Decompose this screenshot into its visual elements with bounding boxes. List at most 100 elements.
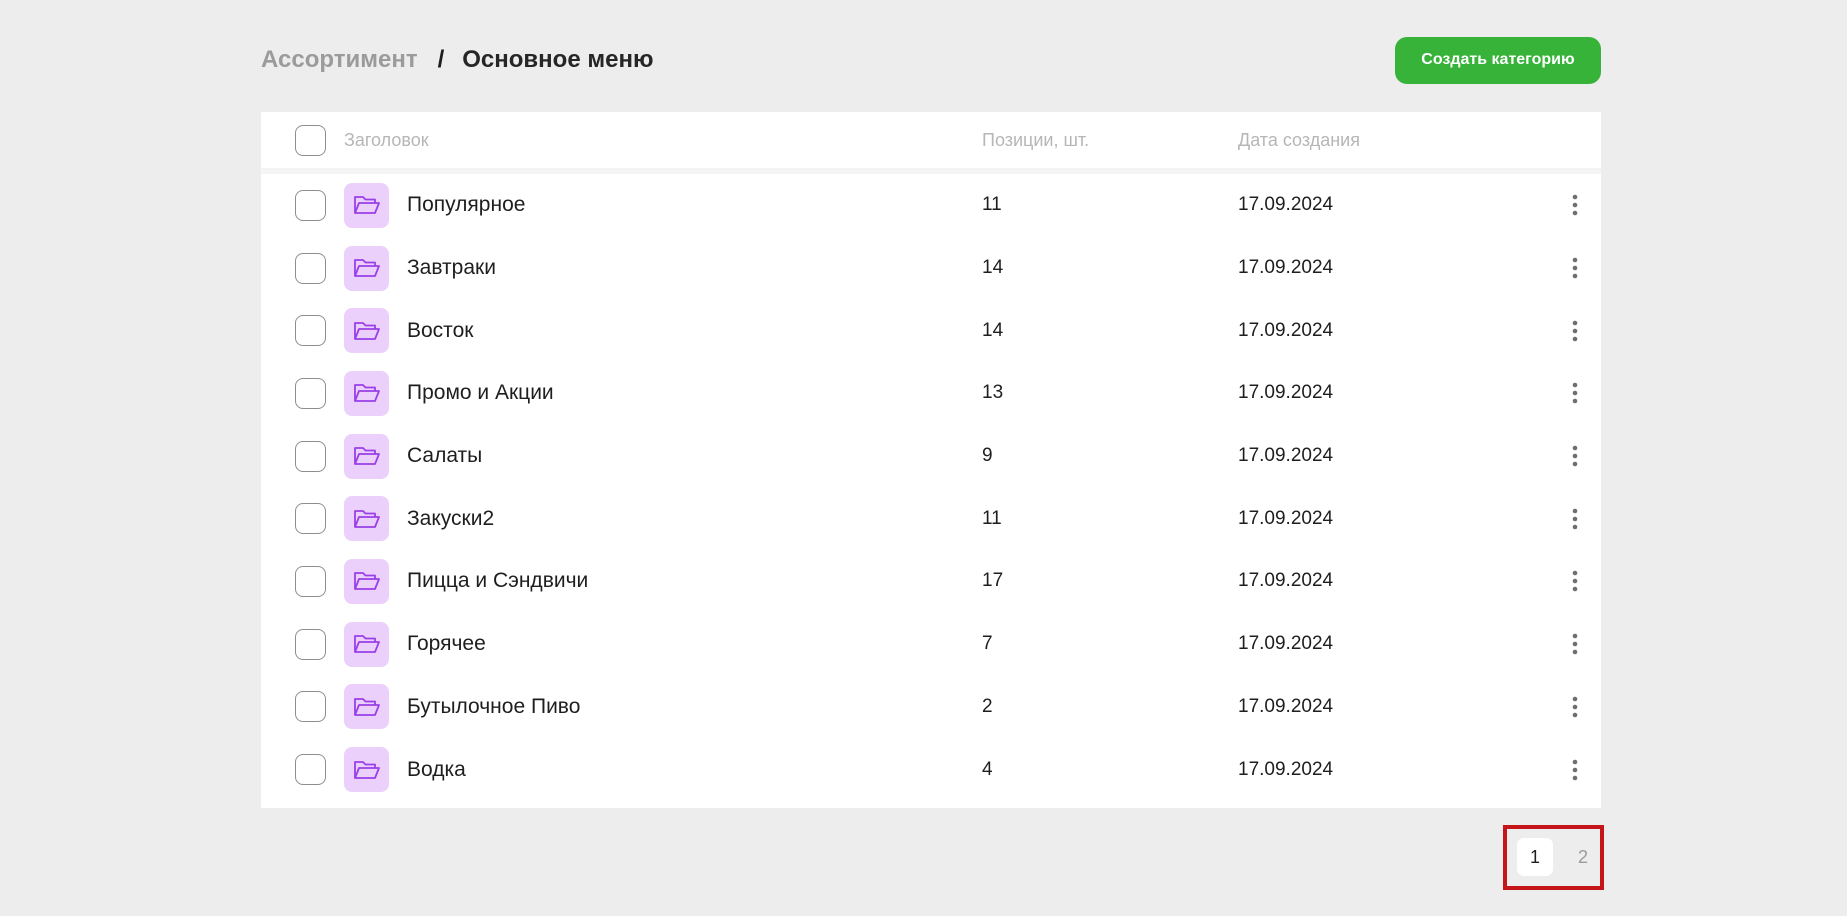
create-category-button[interactable]: Создать категорию — [1395, 36, 1601, 84]
pagination-highlight-frame: 1 2 — [1503, 825, 1604, 890]
row-title[interactable]: Промо и Акции — [407, 381, 554, 405]
row-title-cell: Завтраки — [344, 245, 982, 291]
row-checkbox[interactable] — [294, 189, 326, 221]
row-title[interactable]: Горячее — [407, 632, 486, 656]
row-title-cell: Водка — [344, 747, 982, 793]
row-menu-cell — [1548, 441, 1601, 471]
folder-icon — [344, 747, 389, 793]
row-count: 4 — [982, 758, 993, 780]
row-checkbox[interactable] — [294, 754, 326, 786]
table-row[interactable]: Пицца и Сэндвичи 17 17.09.2024 — [261, 550, 1601, 613]
row-menu-cell — [1548, 504, 1601, 534]
row-title-cell: Салаты — [344, 433, 982, 479]
row-checkbox[interactable] — [294, 252, 326, 284]
page: Ассортимент / Основное меню Создать кате… — [0, 0, 1847, 916]
row-count: 7 — [982, 633, 993, 655]
more-vertical-icon[interactable] — [1563, 378, 1587, 408]
row-title-cell: Промо и Акции — [344, 370, 982, 416]
folder-icon — [344, 433, 389, 479]
row-date: 17.09.2024 — [1238, 758, 1334, 780]
more-vertical-icon[interactable] — [1563, 755, 1587, 785]
row-count: 17 — [982, 570, 1004, 592]
more-vertical-icon[interactable] — [1563, 316, 1587, 346]
more-vertical-icon[interactable] — [1563, 629, 1587, 659]
folder-icon — [344, 308, 389, 354]
breadcrumb-separator: / — [437, 46, 445, 73]
row-menu-cell — [1548, 190, 1601, 220]
row-checkbox[interactable] — [294, 440, 326, 472]
row-title[interactable]: Завтраки — [407, 256, 496, 280]
more-vertical-icon[interactable] — [1563, 566, 1587, 596]
folder-icon — [344, 558, 389, 604]
row-date: 17.09.2024 — [1238, 570, 1334, 592]
pagination: 1 2 — [1517, 838, 1601, 876]
table-row[interactable]: Горячее 7 17.09.2024 — [261, 613, 1601, 676]
row-date: 17.09.2024 — [1238, 194, 1334, 216]
row-check-cell — [261, 315, 344, 347]
row-checkbox[interactable] — [294, 377, 326, 409]
row-date: 17.09.2024 — [1238, 445, 1334, 467]
row-check-cell — [261, 189, 344, 221]
row-date: 17.09.2024 — [1238, 695, 1334, 717]
more-vertical-icon[interactable] — [1563, 504, 1587, 534]
row-check-cell — [261, 691, 344, 723]
row-title[interactable]: Популярное — [407, 193, 525, 217]
table-header: Заголовок Позиции, шт. Дата создания — [261, 112, 1601, 174]
table-row[interactable]: Закуски2 11 17.09.2024 — [261, 487, 1601, 550]
row-date: 17.09.2024 — [1238, 319, 1334, 341]
row-title[interactable]: Бутылочное Пиво — [407, 695, 580, 719]
row-title[interactable]: Восток — [407, 319, 473, 343]
table-row[interactable]: Завтраки 14 17.09.2024 — [261, 237, 1601, 300]
row-checkbox[interactable] — [294, 565, 326, 597]
row-title[interactable]: Закуски2 — [407, 507, 494, 531]
row-title-cell: Бутылочное Пиво — [344, 684, 982, 730]
more-vertical-icon[interactable] — [1563, 692, 1587, 722]
row-menu-cell — [1548, 692, 1601, 722]
page-button-2[interactable]: 2 — [1565, 838, 1601, 876]
row-title[interactable]: Салаты — [407, 444, 482, 468]
row-title-cell: Восток — [344, 308, 982, 354]
row-title-cell: Популярное — [344, 182, 982, 228]
row-date: 17.09.2024 — [1238, 257, 1334, 279]
row-checkbox[interactable] — [294, 628, 326, 660]
table-row[interactable]: Популярное 11 17.09.2024 — [261, 174, 1601, 237]
row-date: 17.09.2024 — [1238, 382, 1334, 404]
page-button-1[interactable]: 1 — [1517, 838, 1553, 876]
column-header-date: Дата создания — [1238, 129, 1360, 150]
table-row[interactable]: Бутылочное Пиво 2 17.09.2024 — [261, 676, 1601, 739]
row-title[interactable]: Водка — [407, 758, 466, 782]
row-check-cell — [261, 252, 344, 284]
row-check-cell — [261, 754, 344, 786]
table-row[interactable]: Промо и Акции 13 17.09.2024 — [261, 362, 1601, 425]
folder-icon — [344, 496, 389, 542]
breadcrumb-parent-link[interactable]: Ассортимент — [261, 46, 418, 74]
row-check-cell — [261, 503, 344, 535]
categories-table: Заголовок Позиции, шт. Дата создания Поп… — [261, 112, 1601, 808]
row-checkbox[interactable] — [294, 315, 326, 347]
row-date: 17.09.2024 — [1238, 507, 1334, 529]
page-title: Основное меню — [462, 46, 654, 73]
row-title-cell: Закуски2 — [344, 496, 982, 542]
select-all-checkbox[interactable] — [294, 124, 326, 156]
row-check-cell — [261, 565, 344, 597]
folder-icon — [344, 621, 389, 667]
more-vertical-icon[interactable] — [1563, 441, 1587, 471]
row-count: 11 — [982, 507, 1002, 529]
folder-icon — [344, 684, 389, 730]
row-menu-cell — [1548, 378, 1601, 408]
row-checkbox[interactable] — [294, 503, 326, 535]
row-count: 11 — [982, 194, 1002, 216]
row-checkbox[interactable] — [294, 691, 326, 723]
table-row[interactable]: Восток 14 17.09.2024 — [261, 299, 1601, 362]
row-count: 13 — [982, 382, 1004, 404]
more-vertical-icon[interactable] — [1563, 253, 1587, 283]
table-body: Популярное 11 17.09.2024 Завтраки 14 17.09.20… — [261, 174, 1601, 801]
row-title[interactable]: Пицца и Сэндвичи — [407, 569, 588, 593]
table-row[interactable]: Салаты 9 17.09.2024 — [261, 425, 1601, 488]
row-check-cell — [261, 440, 344, 472]
more-vertical-icon[interactable] — [1563, 190, 1587, 220]
table-row[interactable]: Водка 4 17.09.2024 — [261, 738, 1601, 801]
folder-icon — [344, 182, 389, 228]
row-menu-cell — [1548, 316, 1601, 346]
folder-icon — [344, 370, 389, 416]
